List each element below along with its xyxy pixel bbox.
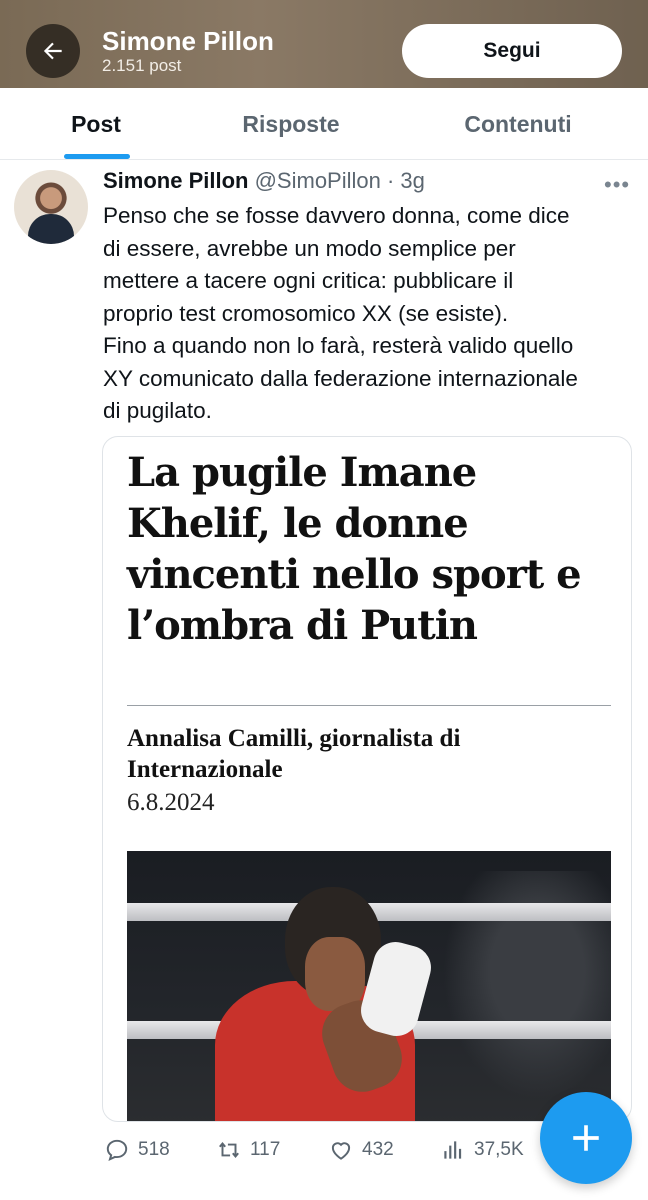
tweet-author-handle[interactable]: @SimoPillon — [255, 168, 381, 193]
reply-count: 518 — [138, 1139, 170, 1160]
plus-icon — [573, 1125, 599, 1151]
retweet-button[interactable]: 117 — [216, 1128, 280, 1172]
retweet-icon — [219, 1141, 239, 1159]
follow-button[interactable]: Segui — [402, 24, 622, 78]
compose-button[interactable] — [540, 1092, 632, 1184]
avatar[interactable] — [14, 170, 88, 244]
arrow-left-icon — [43, 42, 62, 60]
profile-tabs: Post Risposte Contenuti — [0, 88, 648, 160]
back-button[interactable] — [26, 24, 80, 78]
reply-button[interactable]: 518 — [104, 1128, 170, 1172]
avatar-figure — [28, 214, 74, 244]
views-count: 37,5K — [474, 1139, 524, 1160]
tweet-timestamp[interactable]: · 3g — [387, 168, 425, 193]
tweet-author-name[interactable]: Simone Pillon — [103, 168, 248, 193]
heart-icon — [331, 1142, 351, 1160]
more-horizontal-icon[interactable]: ••• — [604, 172, 630, 198]
divider — [127, 705, 611, 706]
article-photo — [127, 851, 611, 1121]
reply-icon — [106, 1139, 128, 1161]
profile-name: Simone Pillon — [102, 26, 274, 56]
tweet-media-card[interactable]: La pugile Imane Khelif, le donne vincent… — [102, 436, 632, 1122]
profile-header: Simone Pillon 2.151 post Segui — [0, 0, 648, 88]
retweet-count: 117 — [250, 1139, 281, 1160]
active-tab-indicator — [64, 154, 130, 159]
post-count: 2.151 post — [102, 56, 182, 75]
views-button[interactable]: 37,5K — [440, 1128, 524, 1172]
tab-post[interactable]: Post — [40, 88, 152, 160]
like-button[interactable]: 432 — [328, 1128, 394, 1172]
tweet-header: Simone Pillon @SimoPillon · 3g — [103, 168, 425, 194]
views-icon — [444, 1141, 462, 1159]
like-count: 432 — [362, 1139, 394, 1160]
tweet-text: Penso che se fosse davvero donna, come d… — [103, 203, 578, 423]
tab-contenuti[interactable]: Contenuti — [440, 88, 596, 160]
tab-risposte[interactable]: Risposte — [215, 88, 367, 160]
article-date: 6.8.2024 — [127, 789, 215, 816]
article-byline: Annalisa Camilli, giornalista di Interna… — [127, 725, 461, 783]
article-headline: La pugile Imane Khelif, le donne vincent… — [127, 449, 582, 649]
